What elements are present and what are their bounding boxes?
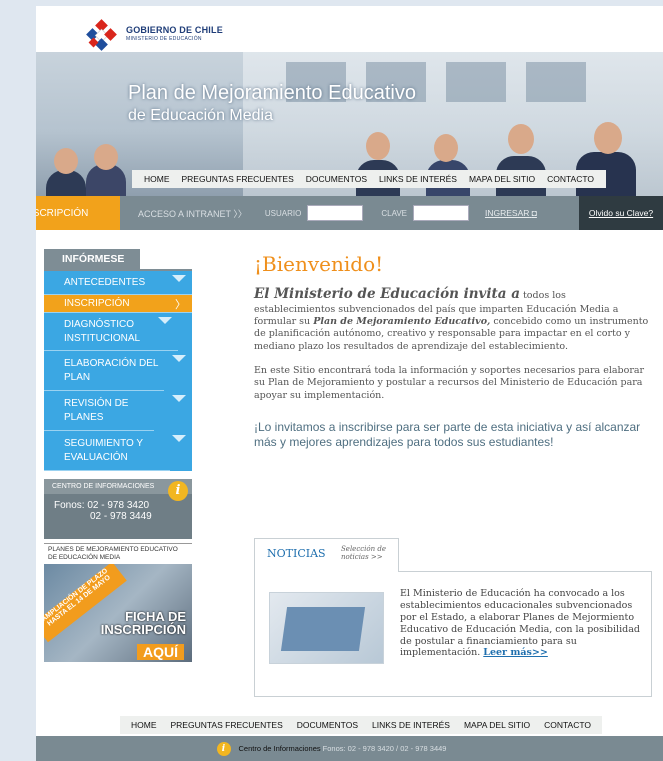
info-center-box: CENTRO DE INFORMACIONES i Fonos: 02 - 97…	[44, 479, 192, 539]
info-icon: i	[216, 741, 231, 756]
login-bar: 〉 INSCRIPCIÓN ACCESO A INTRANET 〉〉 USUAR…	[36, 196, 663, 230]
nav-links[interactable]: LINKS DE INTERÉS	[379, 174, 457, 184]
nav-sitemap[interactable]: MAPA DEL SITIO	[469, 174, 535, 184]
forgot-password-link[interactable]: Olvido su Clave?	[579, 196, 663, 230]
double-chevron-icon: 〉〉	[233, 208, 247, 219]
footer-nav-faq[interactable]: PREGUNTAS FRECUENTES	[171, 720, 283, 730]
top-nav: HOME PREGUNTAS FRECUENTES DOCUMENTOS LIN…	[132, 170, 606, 188]
inscription-poster[interactable]: AMPLIACIÓN DE PLAZO HASTA EL 14 DE MAYO …	[44, 563, 192, 662]
intro-paragraph: El Ministerio de Educación invita a todo…	[254, 286, 649, 352]
sidebar-item-seguimiento[interactable]: SEGUIMIENTO Y EVALUACIÓN	[44, 431, 186, 471]
poster-ficha-text: FICHA DE INSCRIPCIÓN	[100, 608, 186, 638]
sidebar-item-inscripcion[interactable]: INSCRIPCIÓN 〉	[44, 295, 192, 313]
footer-nav: HOME PREGUNTAS FRECUENTES DOCUMENTOS LIN…	[120, 716, 602, 734]
password-input[interactable]	[412, 205, 469, 221]
news-section: NOTICIAS Selección de noticias >> El Min…	[254, 538, 652, 698]
footer-nav-contact[interactable]: CONTACTO	[544, 720, 591, 730]
nav-contact[interactable]: CONTACTO	[547, 174, 594, 184]
main-content: ¡Bienvenido! El Ministerio de Educación …	[254, 252, 652, 697]
site-info-paragraph: En este Sitio encontrará toda la informa…	[254, 364, 645, 401]
gov-star-logo-icon	[86, 19, 117, 51]
inscripcion-link[interactable]: 〉 INSCRIPCIÓN	[36, 196, 120, 230]
info-icon: i	[168, 481, 188, 501]
news-text: El Ministerio de Educación ha convocado …	[400, 588, 640, 659]
news-box: El Ministerio de Educación ha convocado …	[254, 571, 652, 697]
circle-arrow-icon: ◘	[531, 208, 537, 218]
user-input[interactable]	[307, 205, 364, 221]
chevron-down-icon	[172, 355, 186, 362]
chevron-down-icon	[172, 395, 186, 402]
footer-bar: i Centro de Informaciones Fonos: 02 - 97…	[36, 736, 663, 761]
planes-title: PLANES DE MEJORAMIENTO EDUCATIVO DE EDUC…	[44, 543, 192, 564]
nav-documents[interactable]: DOCUMENTOS	[306, 174, 367, 184]
chevron-down-icon	[158, 317, 172, 324]
footer-info-center: Centro de Informaciones	[238, 744, 321, 753]
read-more-link[interactable]: Leer más>>	[483, 647, 548, 658]
sidebar-item-revision[interactable]: REVISIÓN DE PLANES	[44, 391, 186, 431]
sidebar-item-antecedentes[interactable]: ANTECEDENTES	[44, 271, 192, 295]
chevron-down-icon	[172, 435, 186, 442]
inscripcion-label: INSCRIPCIÓN	[36, 207, 89, 219]
news-tab[interactable]: NOTICIAS Selección de noticias >>	[254, 538, 399, 572]
banner-title: Plan de Mejoramiento Educativo	[128, 82, 416, 104]
phone-line-2: 02 - 978 3449	[90, 511, 152, 522]
footer-phones: Fonos: 02 - 978 3420 / 02 - 978 3449	[322, 744, 447, 753]
chevron-down-icon	[172, 275, 186, 282]
welcome-heading: ¡Bienvenido!	[254, 252, 384, 276]
informese-tab: INFÓRMESE	[44, 249, 140, 269]
ministry-name: MINISTERIO DE EDUCACIÓN	[126, 36, 202, 42]
footer-nav-home[interactable]: HOME	[131, 720, 157, 730]
news-tab-label: NOTICIAS	[267, 547, 326, 560]
sidebar-item-elaboracion[interactable]: ELABORACIÓN DEL PLAN	[44, 351, 186, 391]
news-selection-link[interactable]: Selección de noticias >>	[341, 545, 398, 562]
sidebar: INFÓRMESE ANTECEDENTES INSCRIPCIÓN 〉 DIAG…	[44, 249, 192, 662]
login-button[interactable]: INGRESAR ◘	[485, 208, 537, 218]
footer-nav-sitemap[interactable]: MAPA DEL SITIO	[464, 720, 530, 730]
password-label: CLAVE	[381, 208, 407, 218]
gov-logo[interactable]: GOBIERNO DE CHILE MINISTERIO DE EDUCACIÓ…	[86, 16, 223, 52]
invite-text: ¡Lo invitamos a inscribirse para ser par…	[254, 419, 641, 449]
sidebar-item-diagnostico[interactable]: DIAGNÓSTICO INSTITUCIONAL	[44, 313, 178, 351]
nav-faq[interactable]: PREGUNTAS FRECUENTES	[182, 174, 294, 184]
nav-home[interactable]: HOME	[144, 174, 170, 184]
page: GOBIERNO DE CHILE MINISTERIO DE EDUCACIÓ…	[36, 6, 663, 761]
footer-nav-documents[interactable]: DOCUMENTOS	[297, 720, 358, 730]
chevron-right-icon: 〉	[175, 299, 186, 311]
intranet-access-label: ACCESO A INTRANET 〉〉	[138, 208, 247, 219]
user-label: USUARIO	[264, 208, 302, 218]
gov-name: GOBIERNO DE CHILE	[126, 25, 223, 35]
footer-nav-links[interactable]: LINKS DE INTERÉS	[372, 720, 450, 730]
news-thumbnail[interactable]	[269, 592, 384, 664]
banner-subtitle: de Educación Media	[128, 107, 273, 124]
poster-aqui-text: AQUÍ	[137, 643, 184, 660]
sidebar-menu: ANTECEDENTES INSCRIPCIÓN 〉 DIAGNÓSTICO IN…	[44, 269, 192, 471]
